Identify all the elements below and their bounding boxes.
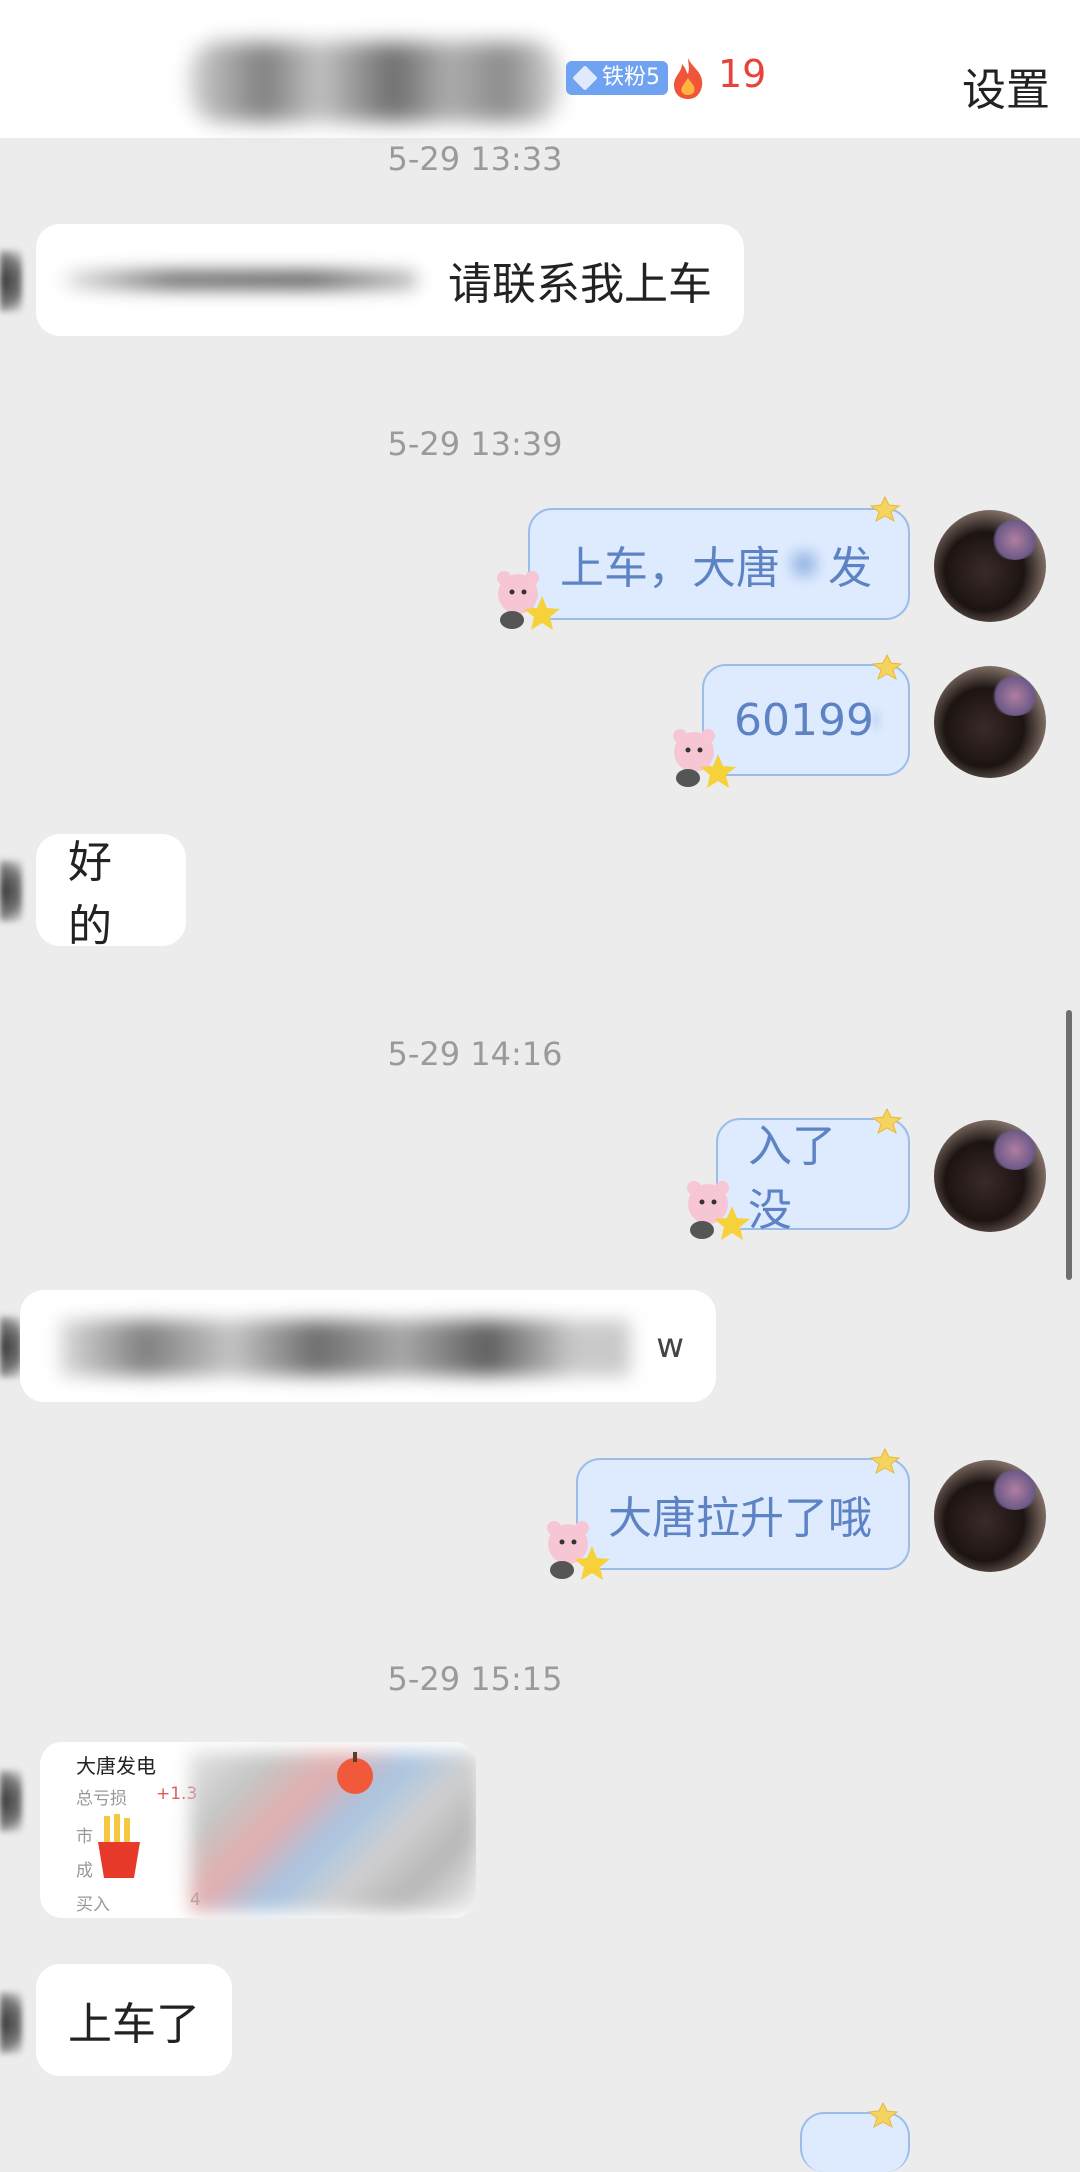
timestamp: 5-29 14:16 <box>387 1035 563 1073</box>
sender-avatar[interactable] <box>0 250 22 312</box>
redacted-text <box>66 272 416 288</box>
star-icon <box>871 1108 903 1134</box>
fire-icon <box>674 58 703 99</box>
outgoing-message[interactable]: 上车，大唐 发 <box>528 508 910 620</box>
sender-avatar[interactable] <box>0 860 22 922</box>
incoming-message[interactable]: 好的 <box>36 834 186 952</box>
message-text: 大唐拉升了哦 <box>608 1493 872 1544</box>
bear-sticker-icon <box>673 729 736 788</box>
scrollbar[interactable] <box>1066 1010 1072 1280</box>
my-avatar[interactable] <box>934 510 1046 622</box>
timestamp: 5-29 15:15 <box>387 1660 563 1698</box>
star-icon <box>871 654 903 680</box>
message-text: 请联系我上车 <box>448 259 712 310</box>
stock-screenshot-image[interactable]: 大唐发电 总亏损 +1.3 市 成 买入 4 <box>40 1742 476 1918</box>
card-label: 市 <box>76 1827 93 1847</box>
sender-avatar[interactable] <box>0 1992 22 2054</box>
message-text: 60199 <box>734 694 874 746</box>
incoming-message[interactable]: 上车了 <box>36 1964 232 2076</box>
bear-sticker-icon <box>497 571 560 630</box>
chat-header: 铁粉5 19 设置 <box>0 0 1080 138</box>
message-text: 好的 <box>68 837 112 952</box>
fan-badge-label: 铁粉5 <box>602 65 660 90</box>
bear-sticker-icon <box>687 1181 750 1240</box>
my-avatar[interactable] <box>934 666 1046 778</box>
diamond-icon <box>572 65 598 91</box>
sender-avatar[interactable] <box>0 1316 22 1378</box>
star-icon <box>869 1448 901 1474</box>
timestamp: 5-29 13:33 <box>387 140 563 178</box>
star-icon <box>869 496 901 522</box>
fan-badge[interactable]: 铁粉5 <box>566 61 668 95</box>
redacted-text <box>873 700 878 740</box>
card-label: 买入 <box>76 1895 110 1915</box>
streak-count: 19 <box>718 52 767 96</box>
my-avatar[interactable] <box>934 1460 1046 1572</box>
message-text: w <box>656 1326 684 1366</box>
stock-title: 大唐发电 <box>76 1754 156 1778</box>
timestamp: 5-29 13:39 <box>387 425 563 463</box>
message-text: 入了没 <box>748 1121 836 1236</box>
star-icon <box>867 2102 899 2128</box>
bear-sticker-icon <box>547 1521 610 1580</box>
settings-button[interactable]: 设置 <box>962 54 1050 118</box>
fries-sticker-icon <box>98 1814 140 1878</box>
apple-sticker-icon <box>337 1752 373 1794</box>
contact-name-redacted[interactable] <box>190 42 560 122</box>
message-text: 上车，大唐 <box>560 543 780 594</box>
outgoing-message[interactable]: 大唐拉升了哦 <box>576 1458 910 1570</box>
incoming-message[interactable]: w <box>20 1290 716 1402</box>
message-text: 上车了 <box>68 1999 200 2050</box>
card-label: 总亏损 <box>76 1789 127 1809</box>
message-text-end: 发 <box>828 543 872 594</box>
incoming-message[interactable]: 请联系我上车 <box>36 224 744 336</box>
sender-avatar[interactable] <box>0 1770 22 1832</box>
my-avatar[interactable] <box>934 1120 1046 1232</box>
redacted-text <box>782 544 826 584</box>
card-label: 成 <box>76 1861 93 1881</box>
redacted-text <box>60 1320 630 1376</box>
